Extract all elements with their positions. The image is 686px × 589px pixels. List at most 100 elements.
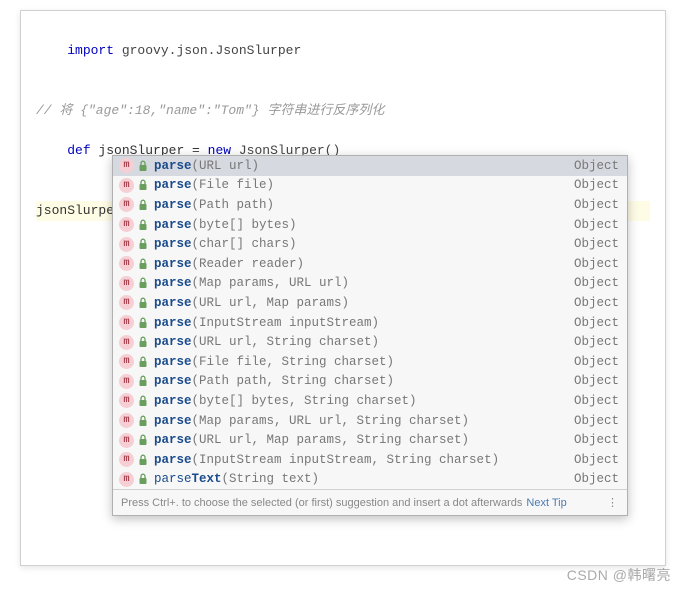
method-badge-icon: m (119, 237, 134, 252)
method-badge-icon: m (119, 374, 134, 389)
keyword: def (67, 143, 90, 158)
method-badge-icon: m (119, 472, 134, 487)
completion-item[interactable]: m parse(Map params, URL url) Object (113, 274, 627, 294)
completion-return-type: Object (574, 159, 619, 173)
method-badge-icon: m (119, 433, 134, 448)
lock-icon (138, 238, 148, 250)
completion-return-type: Object (574, 218, 619, 232)
completion-params: (InputStream inputStream, String charset… (192, 453, 500, 467)
completion-item[interactable]: mparse(File file, String charset)Object (113, 352, 627, 372)
completion-method-name: parse (154, 159, 192, 173)
completion-method-name: parse (154, 414, 192, 428)
completion-popup: mparse(URL url)Objectmparse(File file)Ob… (112, 155, 628, 516)
completion-item[interactable]: m parse(InputStream inputStream, String c… (113, 450, 627, 470)
method-badge-icon: m (119, 256, 134, 271)
method-badge-icon: m (119, 197, 134, 212)
lock-icon (138, 395, 148, 407)
completion-item[interactable]: mparse(byte[] bytes)Object (113, 215, 627, 235)
completion-return-type: Object (574, 374, 619, 388)
completion-return-type: Object (574, 453, 619, 467)
completion-params: (URL url, Map params, String charset) (192, 433, 470, 447)
method-badge-icon: m (119, 178, 134, 193)
completion-method-name: parse (154, 237, 192, 251)
completion-item[interactable]: m parse(URL url, Map params, String chars… (113, 430, 627, 450)
completion-method-name: parse (154, 374, 192, 388)
completion-return-type: Object (574, 237, 619, 251)
completion-params: (Map params, URL url) (192, 276, 350, 290)
completion-item[interactable]: m parse(InputStream inputStream) Object (113, 313, 627, 333)
completion-params: (char[] chars) (192, 237, 297, 251)
lock-icon (138, 473, 148, 485)
completion-return-type: Object (574, 316, 619, 330)
lock-icon (138, 179, 148, 191)
completion-return-type: Object (574, 198, 619, 212)
completion-params: (Path path) (192, 198, 275, 212)
completion-item[interactable]: m parse(Path path, String charset) Object (113, 372, 627, 392)
lock-icon (138, 258, 148, 270)
code-line: import groovy.json.JsonSlurper (36, 21, 650, 81)
completion-params: (byte[] bytes) (192, 218, 297, 232)
completion-method-name: parse (154, 198, 192, 212)
lock-icon (138, 219, 148, 231)
completion-item[interactable]: m parse(Path path) Object (113, 195, 627, 215)
completion-method-name: parseText (154, 472, 222, 486)
method-badge-icon: m (119, 393, 134, 408)
comment-line: // 将 {"age":18,"name":"Tom"} 字符串进行反序列化 (36, 101, 650, 121)
completion-params: (Map params, URL url, String charset) (192, 414, 470, 428)
completion-method-name: parse (154, 433, 192, 447)
completion-return-type: Object (574, 472, 619, 486)
completion-item[interactable]: m parse(byte[] bytes, String charset) Obje… (113, 391, 627, 411)
lock-icon (138, 199, 148, 211)
completion-params: (String text) (222, 472, 320, 486)
completion-method-name: parse (154, 355, 192, 369)
method-badge-icon: m (119, 158, 134, 173)
next-tip-link[interactable]: Next Tip (526, 497, 566, 509)
completion-params: (InputStream inputStream) (192, 316, 380, 330)
completion-return-type: Object (574, 335, 619, 349)
completion-params: (URL url, Map params) (192, 296, 350, 310)
completion-return-type: Object (574, 276, 619, 290)
completion-item[interactable]: mparse(File file)Object (113, 176, 627, 196)
blank-line (36, 81, 650, 101)
completion-item[interactable]: m parseText(String text) Object (113, 470, 627, 490)
completion-params: (URL url, String charset) (192, 335, 380, 349)
completion-method-name: parse (154, 394, 192, 408)
lock-icon (138, 297, 148, 309)
completion-method-name: parse (154, 276, 192, 290)
completion-item[interactable]: m parse(URL url) Object (113, 156, 627, 176)
more-options-icon[interactable]: ⋮ (607, 496, 619, 509)
completion-params: (Path path, String charset) (192, 374, 395, 388)
completion-method-name: parse (154, 257, 192, 271)
completion-item[interactable]: mparse(Map params, URL url, String chars… (113, 411, 627, 431)
completion-return-type: Object (574, 433, 619, 447)
completion-return-type: Object (574, 355, 619, 369)
method-badge-icon: m (119, 217, 134, 232)
completion-method-name: parse (154, 316, 192, 330)
completion-footer: Press Ctrl+. to choose the selected (or … (113, 489, 627, 515)
method-badge-icon: m (119, 335, 134, 350)
completion-return-type: Object (574, 394, 619, 408)
lock-icon (138, 434, 148, 446)
method-badge-icon: m (119, 315, 134, 330)
completion-params: (byte[] bytes, String charset) (192, 394, 417, 408)
method-badge-icon: m (119, 452, 134, 467)
completion-params: (URL url) (192, 159, 260, 173)
completion-item[interactable]: mparse(Reader reader)Object (113, 254, 627, 274)
lock-icon (138, 356, 148, 368)
lock-icon (138, 375, 148, 387)
completion-item[interactable]: mparse(URL url, Map params)Object (113, 293, 627, 313)
completion-method-name: parse (154, 296, 192, 310)
completion-return-type: Object (574, 257, 619, 271)
keyword: import (67, 43, 114, 58)
lock-icon (138, 454, 148, 466)
lock-icon (138, 317, 148, 329)
completion-item[interactable]: mparse(URL url, String charset)Object (113, 332, 627, 352)
completion-method-name: parse (154, 453, 192, 467)
completion-method-name: parse (154, 178, 192, 192)
method-badge-icon: m (119, 276, 134, 291)
method-badge-icon: m (119, 295, 134, 310)
method-badge-icon: m (119, 354, 134, 369)
lock-icon (138, 415, 148, 427)
lock-icon (138, 277, 148, 289)
completion-item[interactable]: m parse(char[] chars) Object (113, 234, 627, 254)
